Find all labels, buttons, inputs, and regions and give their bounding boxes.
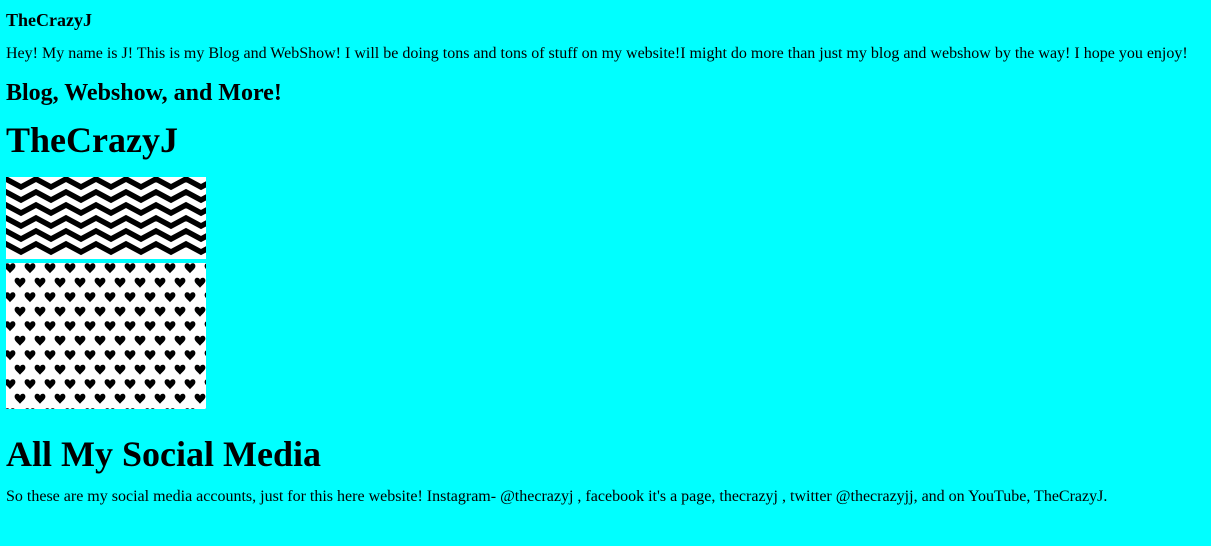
- tagline-heading: Blog, Webshow, and More!: [6, 80, 282, 106]
- chevron-pattern-graphic: [6, 177, 206, 259]
- hearts-pattern-image: [6, 263, 206, 409]
- social-media-text: So these are my social media accounts, j…: [6, 488, 1108, 505]
- page-content: TheCrazyJ Hey! My name is J! This is my …: [0, 0, 1211, 507]
- social-media-heading: All My Social Media: [6, 434, 321, 474]
- image-gallery: [6, 177, 206, 409]
- page-title: TheCrazyJ: [6, 120, 178, 160]
- intro-paragraph: Hey! My name is J! This is my Blog and W…: [6, 45, 1188, 62]
- hearts-pattern-graphic: [6, 263, 206, 409]
- chevron-pattern-image: [6, 177, 206, 259]
- site-name: TheCrazyJ: [6, 10, 92, 30]
